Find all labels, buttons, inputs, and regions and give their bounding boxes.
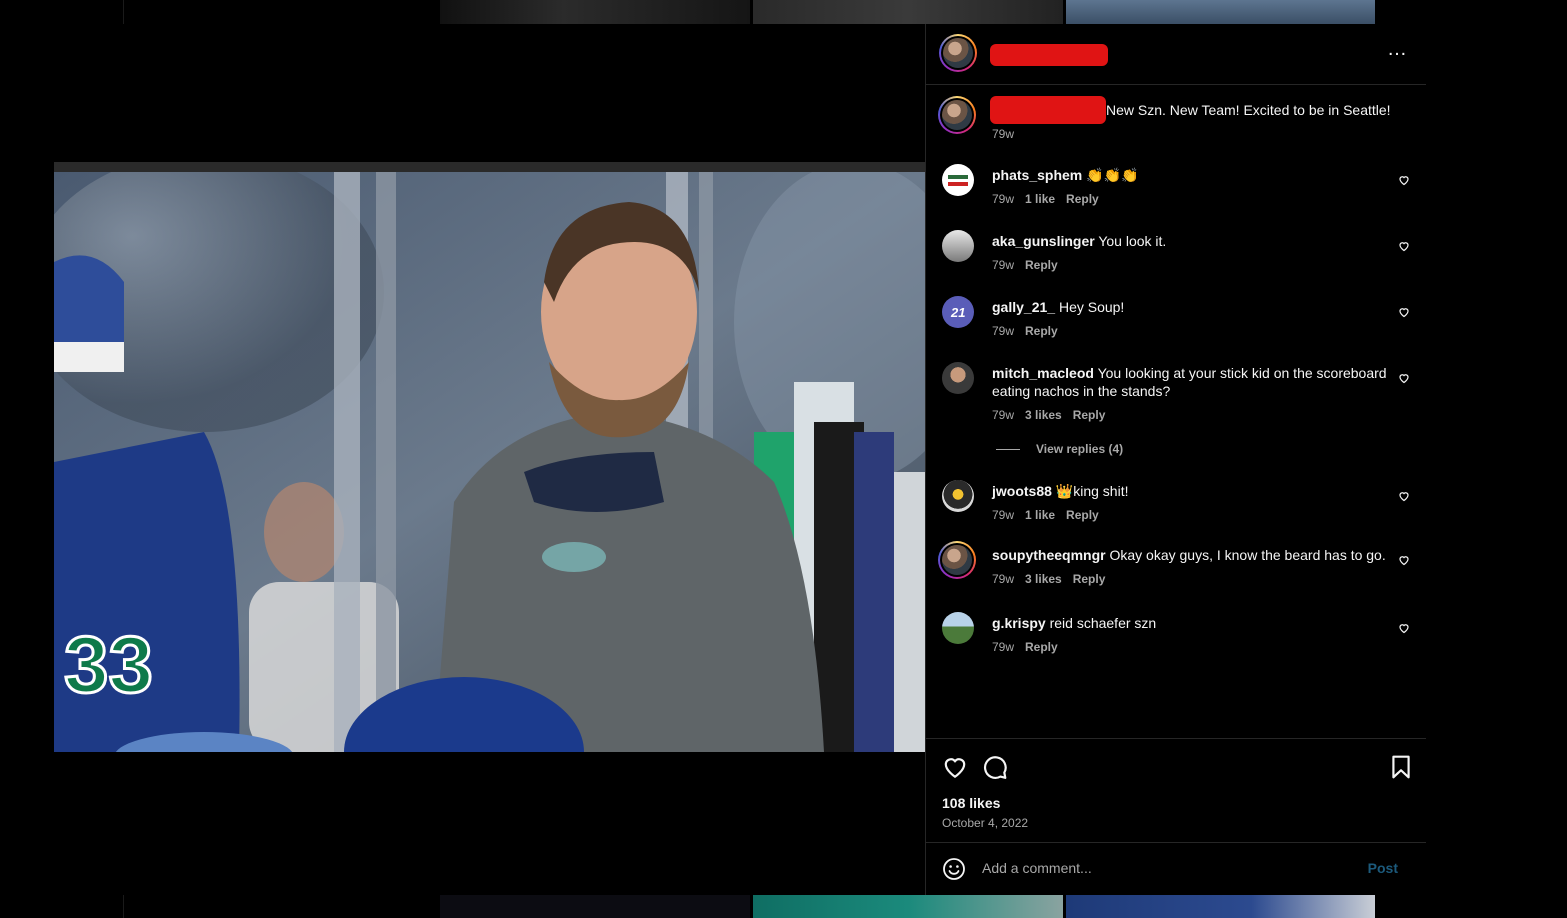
comment-likes[interactable]: 3 likes (1025, 572, 1062, 586)
author-avatar[interactable] (939, 34, 977, 72)
grid-thumbnail-bottom-2[interactable] (753, 895, 1063, 918)
comment-item: soupytheeqmngr Okay okay guys, I know th… (938, 541, 1412, 594)
post-photo[interactable]: 33 (54, 162, 925, 752)
view-replies-button[interactable]: View replies (4) (996, 442, 1123, 456)
like-comment-heart-icon[interactable] (1398, 554, 1410, 566)
comment-text: You look it. (1098, 233, 1167, 249)
reply-button[interactable]: Reply (1025, 258, 1058, 272)
like-comment-heart-icon[interactable] (1398, 240, 1410, 252)
comment-text: 👏👏👏 (1086, 167, 1139, 183)
comment-username[interactable]: mitch_macleod (992, 365, 1094, 381)
grid-thumbnail-bottom-3[interactable] (1066, 895, 1375, 918)
grid-edge-bottom (123, 895, 124, 918)
save-bookmark-icon[interactable] (1388, 754, 1414, 780)
comment-likes[interactable]: 3 likes (1025, 408, 1062, 422)
comment-text: 👑king shit! (1055, 483, 1129, 499)
comment-item: aka_gunslinger You look it. 79w Reply (942, 230, 1412, 280)
commenter-avatar[interactable] (942, 480, 974, 512)
comment-time: 79w (992, 508, 1015, 522)
caption: New Szn. New Team! Excited to be in Seat… (938, 96, 1412, 146)
add-comment-bar: Add a comment... Post (926, 842, 1426, 896)
reply-button[interactable]: Reply (1073, 408, 1106, 422)
commenter-avatar[interactable] (942, 164, 974, 196)
grid-thumbnail-top-3[interactable] (1066, 0, 1375, 24)
commenter-avatar[interactable] (942, 230, 974, 262)
comment-time: 79w (992, 192, 1015, 206)
like-comment-heart-icon[interactable] (1398, 622, 1410, 634)
like-comment-heart-icon[interactable] (1398, 306, 1410, 318)
like-comment-heart-icon[interactable] (1398, 490, 1410, 502)
comment-username[interactable]: gally_21_ (992, 299, 1055, 315)
comment-text: reid schaefer szn (1049, 615, 1157, 631)
comment-likes[interactable]: 1 like (1025, 508, 1055, 522)
comment-time: 79w (992, 258, 1015, 272)
emoji-icon[interactable] (942, 857, 966, 881)
caption-time: 79w (992, 127, 1015, 141)
comment-time: 79w (992, 640, 1015, 654)
like-comment-heart-icon[interactable] (1398, 174, 1410, 186)
comment-username[interactable]: soupytheeqmngr (992, 547, 1106, 563)
post-date: October 4, 2022 (942, 816, 1029, 830)
commenter-avatar[interactable] (942, 612, 974, 644)
commenter-avatar[interactable]: 21 (942, 296, 974, 328)
caption-text: New Szn. New Team! Excited to be in Seat… (1106, 102, 1391, 118)
comment-item: g.krispy reid schaefer szn 79w Reply (942, 612, 1412, 662)
comment-text: Okay okay guys, I know the beard has to … (1109, 547, 1386, 563)
reply-button[interactable]: Reply (1025, 324, 1058, 338)
grid-thumbnail-top-1[interactable] (440, 0, 750, 24)
comment-text: Hey Soup! (1058, 299, 1125, 315)
comment-time: 79w (992, 572, 1015, 586)
comment-username[interactable]: jwoots88 (992, 483, 1052, 499)
hockey-bench-photo: 33 (54, 172, 925, 752)
post-comment-button[interactable]: Post (1368, 860, 1398, 876)
commenter-avatar[interactable] (938, 541, 976, 579)
more-options-icon[interactable]: … (1387, 38, 1408, 61)
replies-divider (996, 449, 1020, 451)
comment-likes[interactable]: 1 like (1025, 192, 1055, 206)
redacted-username (990, 96, 1106, 124)
post-header: … (926, 24, 1426, 85)
comment-username[interactable]: aka_gunslinger (992, 233, 1095, 249)
reply-button[interactable]: Reply (1025, 640, 1058, 654)
photo-letterbox (54, 162, 925, 172)
redacted-username (990, 44, 1108, 66)
like-heart-icon[interactable] (942, 754, 968, 780)
reply-button[interactable]: Reply (1073, 572, 1106, 586)
comment-time: 79w (992, 408, 1015, 422)
comment-item: mitch_macleod You looking at your stick … (942, 362, 1412, 432)
comment-username[interactable]: g.krispy (992, 615, 1046, 631)
grid-thumbnail-bottom-1[interactable] (440, 895, 750, 918)
view-replies-label: View replies (4) (1036, 442, 1124, 456)
like-comment-heart-icon[interactable] (1398, 372, 1410, 384)
comment-time: 79w (992, 324, 1015, 338)
grid-edge-top (123, 0, 124, 24)
grid-thumbnail-top-2[interactable] (753, 0, 1063, 24)
comment-item: 21 gally_21_ Hey Soup! 79w Reply (942, 296, 1412, 346)
comments-panel: … New Szn. New Team! Excited to be in Se… (925, 24, 1426, 895)
commenter-avatar[interactable] (942, 362, 974, 394)
likes-count[interactable]: 108 likes (942, 795, 1000, 811)
jersey-number: 33 (64, 620, 153, 709)
reply-button[interactable]: Reply (1066, 192, 1099, 206)
reply-button[interactable]: Reply (1066, 508, 1099, 522)
comment-bubble-icon[interactable] (982, 754, 1008, 780)
caption-author-avatar[interactable] (938, 96, 976, 134)
comment-item: phats_sphem 👏👏👏 79w 1 like Reply (942, 164, 1412, 214)
comment-item: jwoots88 👑king shit! 79w 1 like Reply (942, 480, 1412, 530)
comment-input[interactable]: Add a comment... (982, 860, 1092, 876)
comment-username[interactable]: phats_sphem (992, 167, 1082, 183)
